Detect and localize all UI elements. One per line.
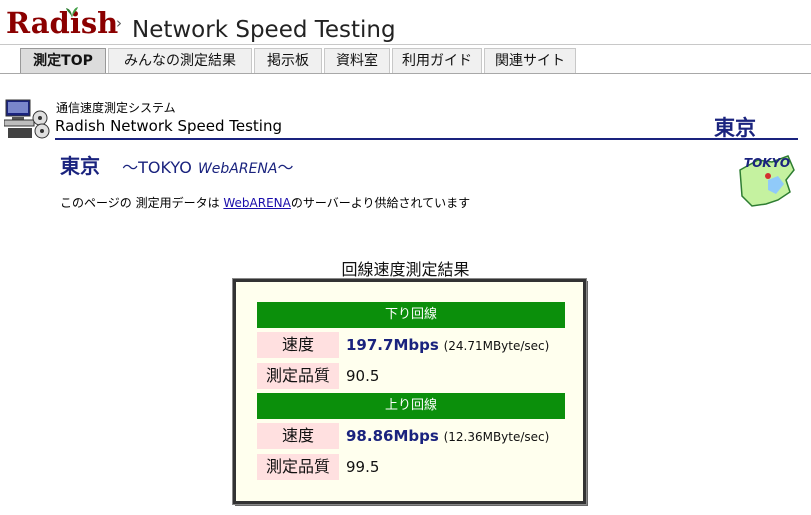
tab-guide[interactable]: 利用ガイド — [392, 48, 482, 73]
download-quality-label: 測定品質 — [257, 363, 339, 389]
computer-network-icon — [4, 99, 50, 139]
site-title: Network Speed Testing — [132, 17, 396, 43]
upload-speed-mbps: 98.86Mbps — [346, 427, 439, 445]
download-speed-mbps: 197.7Mbps — [346, 336, 439, 354]
tokyo-badge-text: TOKYO — [744, 156, 790, 170]
tab-library[interactable]: 資料室 — [324, 48, 390, 73]
tab-bar-divider — [0, 73, 811, 74]
download-speed-label: 速度 — [257, 332, 339, 358]
system-label: 通信速度測定システム — [56, 101, 176, 115]
site-logo[interactable]: Radish — [6, 2, 118, 44]
download-quality-value: 90.5 — [346, 367, 380, 385]
chevron-right-icon: › — [116, 14, 122, 32]
note-after: のサーバーより供給されています — [290, 196, 471, 210]
location-city: 東京 — [60, 154, 100, 178]
upload-header: 上り回線 — [257, 393, 565, 419]
download-speed-mbyte: (24.71MByte/sec) — [443, 339, 550, 353]
location-heading: 東京 〜TOKYO WebARENA〜 — [60, 150, 294, 179]
tab-top[interactable]: 測定TOP — [20, 48, 106, 73]
note-before: このページの 測定用データは — [60, 196, 224, 210]
upload-quality-label: 測定品質 — [257, 454, 339, 480]
data-source-note: このページの 測定用データは WebARENAのサーバーより供給されています — [60, 194, 470, 211]
tab-related-sites[interactable]: 関連サイト — [484, 48, 576, 73]
location-prefix: 〜TOKYO — [122, 158, 192, 177]
location-suffix: 〜 — [277, 158, 294, 177]
system-title: Radish Network Speed Testing — [55, 117, 282, 135]
radish-leaf-icon — [66, 7, 78, 18]
upload-speed-mbyte: (12.36MByte/sec) — [443, 430, 550, 444]
location-arena: WebARENA — [197, 161, 278, 177]
tab-bbs[interactable]: 掲示板 — [254, 48, 322, 73]
upload-quality-value: 99.5 — [346, 458, 380, 476]
download-speed-value: 197.7Mbps (24.71MByte/sec) — [346, 332, 549, 358]
logo-text: Radish — [6, 6, 119, 40]
upload-speed-label: 速度 — [257, 423, 339, 449]
upload-speed-value: 98.86Mbps (12.36MByte/sec) — [346, 423, 549, 449]
header-underline — [55, 138, 798, 140]
tab-everyone-results[interactable]: みんなの測定結果 — [108, 48, 252, 73]
download-header: 下り回線 — [257, 302, 565, 328]
tokyo-map-badge: TOKYO — [738, 150, 796, 208]
result-title: 回線速度測定結果 — [341, 260, 470, 279]
webarena-link[interactable]: WebARENA — [223, 196, 290, 210]
